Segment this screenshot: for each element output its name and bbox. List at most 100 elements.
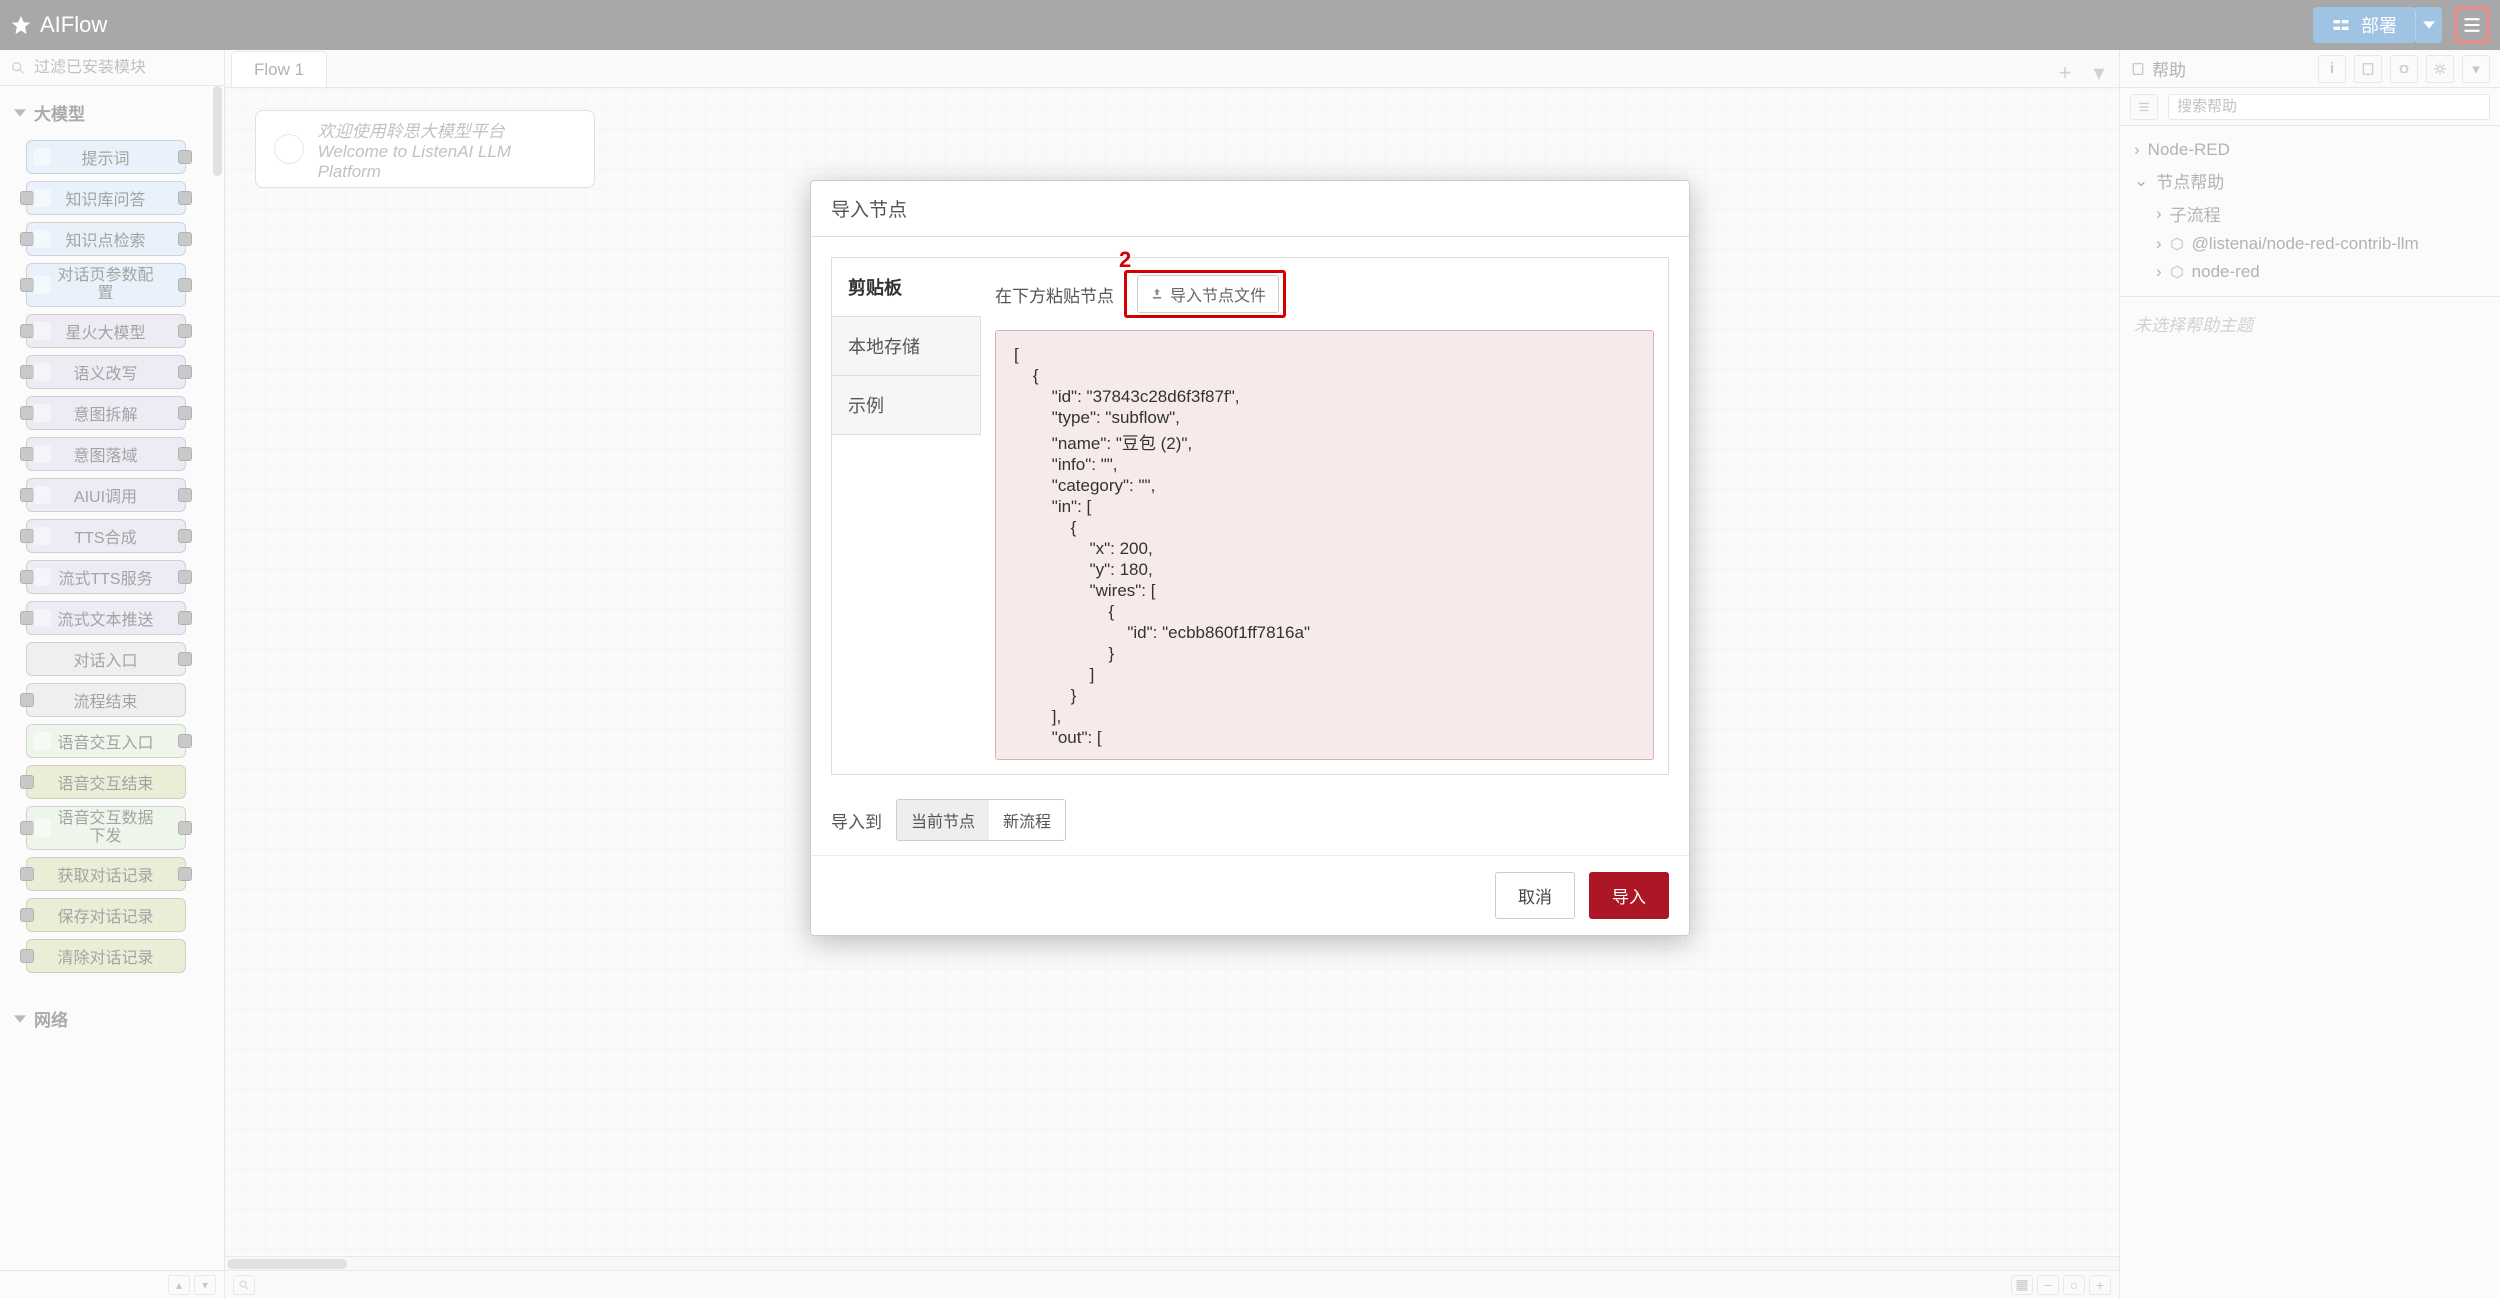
chevron-right-icon: › [2156,204,2162,224]
comment-icon [274,134,304,164]
tree-item-node-help[interactable]: ⌄节点帮助 [2134,164,2486,197]
brand: AIFlow [10,12,107,38]
node-stream-tts[interactable]: 流式TTS服务 [26,560,186,594]
sidebar-title: 帮助 [2130,56,2186,81]
dialog-tab-clipboard[interactable]: 剪贴板 [832,258,981,317]
node-dialog-entry[interactable]: 对话入口 [26,642,186,676]
import-button[interactable]: 导入 [1589,872,1669,919]
import-file-button[interactable]: 导入节点文件 [1137,275,1279,313]
deploy-dropdown-button[interactable] [2416,7,2442,43]
dialog-title: 导入节点 [811,181,1689,237]
node-flow-end[interactable]: 流程结束 [26,683,186,717]
main-menu-button[interactable] [2454,7,2490,43]
gear-icon [2433,62,2447,76]
node-kb-qa[interactable]: 知识库问答 [26,181,186,215]
footer-search-button[interactable] [233,1275,255,1295]
sidebar-search-input[interactable] [2168,94,2490,120]
sidebar-config-button[interactable] [2426,55,2454,83]
navigator-button[interactable]: ▦ [2011,1275,2033,1295]
deploy-button[interactable]: 部署 [2313,7,2416,43]
node-save-history[interactable]: 保存对话记录 [26,898,186,932]
workspace-footer: ▦ − ○ + [225,1270,2119,1298]
palette-collapse-up-button[interactable]: ▴ [168,1275,190,1295]
import-target-segment: 当前节点 新流程 [896,799,1066,841]
node-kb-search[interactable]: 知识点检索 [26,222,186,256]
deploy-label: 部署 [2361,12,2397,38]
import-target-new[interactable]: 新流程 [989,800,1065,840]
brand-logo-icon [10,14,32,36]
flow-tabbar: Flow 1 + ▾ [225,50,2119,88]
node-spark-llm[interactable]: 星火大模型 [26,314,186,348]
sidebar-debug-button[interactable] [2390,55,2418,83]
paste-label: 在下方粘贴节点 [995,282,1114,307]
dialog-footer: 取消 导入 [811,855,1689,935]
node-voice-entry[interactable]: 语音交互入口 [26,724,186,758]
node-aiui[interactable]: AIUI调用 [26,478,186,512]
sidebar-info-button[interactable]: i [2318,55,2346,83]
welcome-line-2: Welcome to ListenAI LLM Platform [318,142,576,182]
node-voice-data[interactable]: 语音交互数据下发 [26,806,186,850]
annotation-2: 2 [1119,247,1131,273]
dialog-tab-local[interactable]: 本地存储 [832,317,981,376]
chevron-right-icon: › [2134,140,2140,160]
node-intent-split[interactable]: 意图拆解 [26,396,186,430]
node-palette: 大模型 提示词 知识库问答 知识点检索 对话页参数配置 星火大模型 语义改写 意… [0,50,225,1298]
palette-category-label: 网络 [34,1006,68,1031]
sidebar-no-selection: 未选择帮助主题 [2120,296,2500,350]
flow-tab-1[interactable]: Flow 1 [231,51,327,87]
palette-scrollbar[interactable] [211,86,224,1270]
search-icon [238,1279,250,1291]
chevron-down-icon [14,1013,26,1025]
zoom-reset-button[interactable]: ○ [2063,1275,2085,1295]
node-stream-text[interactable]: 流式文本推送 [26,601,186,635]
sidebar-help-button[interactable] [2354,55,2382,83]
node-get-history[interactable]: 获取对话记录 [26,857,186,891]
dialog-tab-example[interactable]: 示例 [832,376,981,435]
search-icon [10,60,26,76]
sidebar-header: 帮助 i ▾ [2120,50,2500,88]
node-tts[interactable]: TTS合成 [26,519,186,553]
cancel-button[interactable]: 取消 [1495,872,1575,919]
sidebar-more-button[interactable]: ▾ [2462,55,2490,83]
import-json-textarea[interactable]: [ { "id": "37843c28d6f3f87f", "type": "s… [995,330,1654,760]
palette-category-label: 大模型 [34,100,85,125]
caret-down-icon [2423,19,2435,31]
node-voice-end[interactable]: 语音交互结束 [26,765,186,799]
welcome-comment-node[interactable]: 欢迎使用聆思大模型平台 Welcome to ListenAI LLM Plat… [255,110,595,188]
brand-title: AIFlow [40,12,107,38]
book-icon [2130,61,2146,77]
add-tab-button[interactable]: + [2051,59,2079,87]
zoom-in-button[interactable]: + [2089,1275,2111,1295]
bug-icon [2397,62,2411,76]
node-prompt[interactable]: 提示词 [26,140,186,174]
chevron-right-icon: › [2156,234,2162,254]
palette-search-input[interactable] [34,59,214,77]
import-to-label: 导入到 [831,808,882,833]
node-dialog-config[interactable]: 对话页参数配置 [26,263,186,307]
tab-menu-button[interactable]: ▾ [2085,59,2113,87]
zoom-out-button[interactable]: − [2037,1275,2059,1295]
tree-item-nodered[interactable]: ›Node-RED [2134,136,2486,164]
tree-item-listenai[interactable]: ›@listenai/node-red-contrib-llm [2134,230,2486,258]
tree-item-subflow[interactable]: ›子流程 [2134,197,2486,230]
node-clear-history[interactable]: 清除对话记录 [26,939,186,973]
palette-collapse-down-button[interactable]: ▾ [194,1275,216,1295]
palette-category-network[interactable]: 网络 [0,998,211,1039]
palette-category-llm[interactable]: 大模型 [0,92,211,133]
list-icon [2137,100,2151,114]
node-intent-route[interactable]: 意图落域 [26,437,186,471]
welcome-line-1: 欢迎使用聆思大模型平台 [318,117,576,142]
tree-item-nodered-pkg[interactable]: ›node-red [2134,258,2486,286]
help-tree: ›Node-RED ⌄节点帮助 ›子流程 ›@listenai/node-red… [2120,126,2500,296]
canvas-h-scrollbar[interactable] [225,1256,2119,1270]
palette-list[interactable]: 大模型 提示词 知识库问答 知识点检索 对话页参数配置 星火大模型 语义改写 意… [0,86,211,1270]
help-sidebar: 帮助 i ▾ ›Node-RED ⌄节点帮助 ›子流程 ›@l [2120,50,2500,1298]
import-dialog: 导入节点 剪贴板 本地存储 示例 在下方粘贴节点 2 导入节点文件 [810,180,1690,936]
node-rewrite[interactable]: 语义改写 [26,355,186,389]
cube-icon [2170,265,2184,279]
sidebar-toc-button[interactable] [2130,94,2158,120]
import-target-current[interactable]: 当前节点 [897,800,989,840]
dialog-content: 在下方粘贴节点 2 导入节点文件 [ { "id": "37843c28d6f3… [981,257,1669,775]
palette-search [0,50,224,86]
chevron-down-icon: ⌄ [2134,171,2148,191]
